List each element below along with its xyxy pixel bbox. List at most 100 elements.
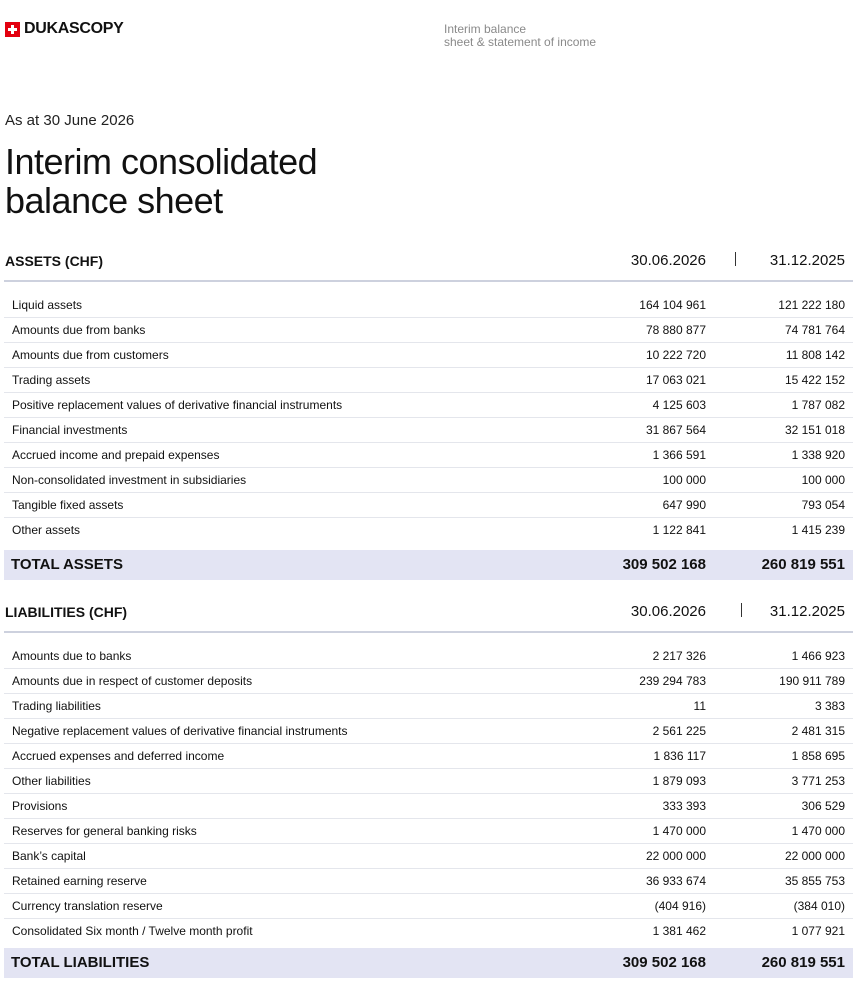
total-liabilities-current: 309 502 168 (622, 954, 706, 971)
table-row: Other liabilities 1 879 093 3 771 253 (4, 769, 853, 794)
row-value-previous: 1 470 000 (791, 824, 845, 838)
row-value-previous: 22 000 000 (784, 849, 845, 863)
table-row: Liquid assets 164 104 961 121 222 180 (4, 293, 853, 318)
row-label: Currency translation reserve (12, 899, 163, 913)
table-row: Negative replacement values of derivativ… (4, 719, 853, 744)
table-row: Trading assets 17 063 021 15 422 152 (4, 368, 853, 393)
row-label: Liquid assets (12, 298, 83, 312)
column-separator (735, 252, 736, 266)
row-label: Other assets (12, 523, 81, 537)
row-value-previous: 3 771 253 (791, 774, 845, 788)
row-value-current: 36 933 674 (645, 874, 706, 888)
row-value-previous: 3 383 (814, 699, 845, 713)
row-value-current: 31 867 564 (645, 423, 706, 437)
row-label: Bank’s capital (12, 849, 86, 863)
assets-col-current: 30.06.2026 (630, 252, 706, 269)
liabilities-col-previous: 31.12.2025 (769, 603, 845, 620)
row-value-previous: 1 466 923 (791, 649, 845, 663)
row-value-current: 239 294 783 (639, 674, 706, 688)
row-value-current: 647 990 (662, 498, 706, 512)
row-value-previous: 121 222 180 (778, 298, 845, 312)
row-value-current: 11 (693, 699, 706, 713)
liabilities-table-header: LIABILITIES (CHF) 30.06.2026 31.12.2025 (4, 597, 853, 633)
row-value-previous: 1 338 920 (791, 448, 845, 462)
row-value-previous: 35 855 753 (784, 874, 845, 888)
row-value-previous: 1 787 082 (791, 398, 845, 412)
row-value-current: 22 000 000 (645, 849, 706, 863)
table-row: Accrued expenses and deferred income 1 83… (4, 744, 853, 769)
header-subtitle: Interim balance sheet & statement of inc… (444, 23, 596, 48)
row-value-current: 100 000 (662, 473, 706, 487)
as-at-date: As at 30 June 2026 (5, 112, 135, 129)
row-value-previous: 74 781 764 (784, 323, 845, 337)
liabilities-rows: Amounts due to banks 2 217 326 1 466 923 Am… (4, 644, 853, 943)
table-row: Retained earning reserve 36 933 674 35 855… (4, 869, 853, 894)
row-label: Non-consolidated investment in subsidiar… (12, 473, 247, 487)
row-label: Amounts due from banks (12, 323, 146, 337)
assets-table-header: ASSETS (CHF) 30.06.2026 31.12.2025 (4, 246, 853, 282)
row-value-previous: 1 858 695 (791, 749, 845, 763)
logo-text: DUKASCOPY (24, 20, 124, 37)
row-value-current: 1 836 117 (653, 749, 707, 763)
row-label: Positive replacement values of derivativ… (12, 398, 343, 412)
total-assets-previous: 260 819 551 (761, 556, 845, 573)
row-value-current: (404 916) (654, 899, 706, 913)
liabilities-col-current: 30.06.2026 (630, 603, 706, 620)
row-label: Provisions (12, 799, 68, 813)
dukascopy-logo[interactable]: DUKASCOPY (5, 20, 124, 38)
row-value-current: 164 104 961 (639, 298, 706, 312)
row-value-current: 2 561 225 (652, 724, 706, 738)
row-label: Other liabilities (12, 774, 91, 788)
row-value-current: 1 381 462 (652, 924, 706, 938)
table-row: Amounts due from customers 10 222 720 11 8… (4, 343, 853, 368)
assets-heading: ASSETS (CHF) (5, 253, 103, 269)
row-value-previous: 1 415 239 (791, 523, 845, 537)
row-label: Negative replacement values of derivativ… (12, 724, 348, 738)
table-row: Trading liabilities 11 3 383 (4, 694, 853, 719)
row-value-previous: 100 000 (801, 473, 845, 487)
total-assets-label: TOTAL ASSETS (11, 556, 123, 573)
row-value-current: 10 222 720 (645, 348, 706, 362)
row-value-previous: 11 808 142 (785, 348, 845, 362)
table-row: Other assets 1 122 841 1 415 239 (4, 518, 853, 542)
page-title-line1: Interim consolidated (5, 141, 318, 182)
row-value-current: 4 125 603 (652, 398, 706, 412)
row-label: Reserves for general banking risks (12, 824, 197, 838)
page-title: Interim consolidated balance sheet (5, 141, 318, 220)
table-row: Currency translation reserve (404 916) (38… (4, 894, 853, 919)
row-label: Financial investments (12, 423, 128, 437)
row-value-previous: (384 010) (793, 899, 845, 913)
header-subtitle-line2: sheet & statement of income (444, 34, 597, 49)
total-liabilities-label: TOTAL LIABILITIES (11, 954, 150, 971)
row-value-current: 1 366 591 (652, 448, 706, 462)
row-label: Amounts due in respect of customer depos… (12, 674, 253, 688)
table-row: Financial investments 31 867 564 32 151 01… (4, 418, 853, 443)
table-row: Bank’s capital 22 000 000 22 000 000 (4, 844, 853, 869)
swiss-cross-icon (5, 21, 20, 37)
row-value-previous: 32 151 018 (784, 423, 845, 437)
assets-table: ASSETS (CHF) 30.06.2026 31.12.2025 Liqui… (4, 246, 853, 542)
row-label: Trading assets (12, 373, 91, 387)
table-row: Consolidated Six month / Twelve month pr… (4, 919, 853, 943)
table-row: Amounts due from banks 78 880 877 74 781 7… (4, 318, 853, 343)
row-value-current: 78 880 877 (645, 323, 706, 337)
table-row: Reserves for general banking risks 1 470 … (4, 819, 853, 844)
row-label: Trading liabilities (12, 699, 101, 713)
row-label: Accrued income and prepaid expenses (12, 448, 220, 462)
table-row: Amounts due to banks 2 217 326 1 466 923 (4, 644, 853, 669)
table-row: Non-consolidated investment in subsidiar… (4, 468, 853, 493)
row-value-previous: 306 529 (801, 799, 845, 813)
row-label: Accrued expenses and deferred income (12, 749, 225, 763)
row-value-current: 1 470 000 (652, 824, 706, 838)
table-row: Amounts due in respect of customer depos… (4, 669, 853, 694)
assets-col-previous: 31.12.2025 (769, 252, 845, 269)
row-value-current: 1 879 093 (652, 774, 706, 788)
row-value-previous: 1 077 921 (791, 924, 845, 938)
total-assets-current: 309 502 168 (622, 556, 706, 573)
table-row: Accrued income and prepaid expenses 1 366… (4, 443, 853, 468)
row-label: Consolidated Six month / Twelve month pr… (12, 924, 253, 938)
row-value-previous: 190 911 789 (779, 674, 845, 688)
liabilities-table: LIABILITIES (CHF) 30.06.2026 31.12.2025 … (4, 597, 853, 943)
table-row: Tangible fixed assets 647 990 793 054 (4, 493, 853, 518)
row-label: Retained earning reserve (12, 874, 147, 888)
